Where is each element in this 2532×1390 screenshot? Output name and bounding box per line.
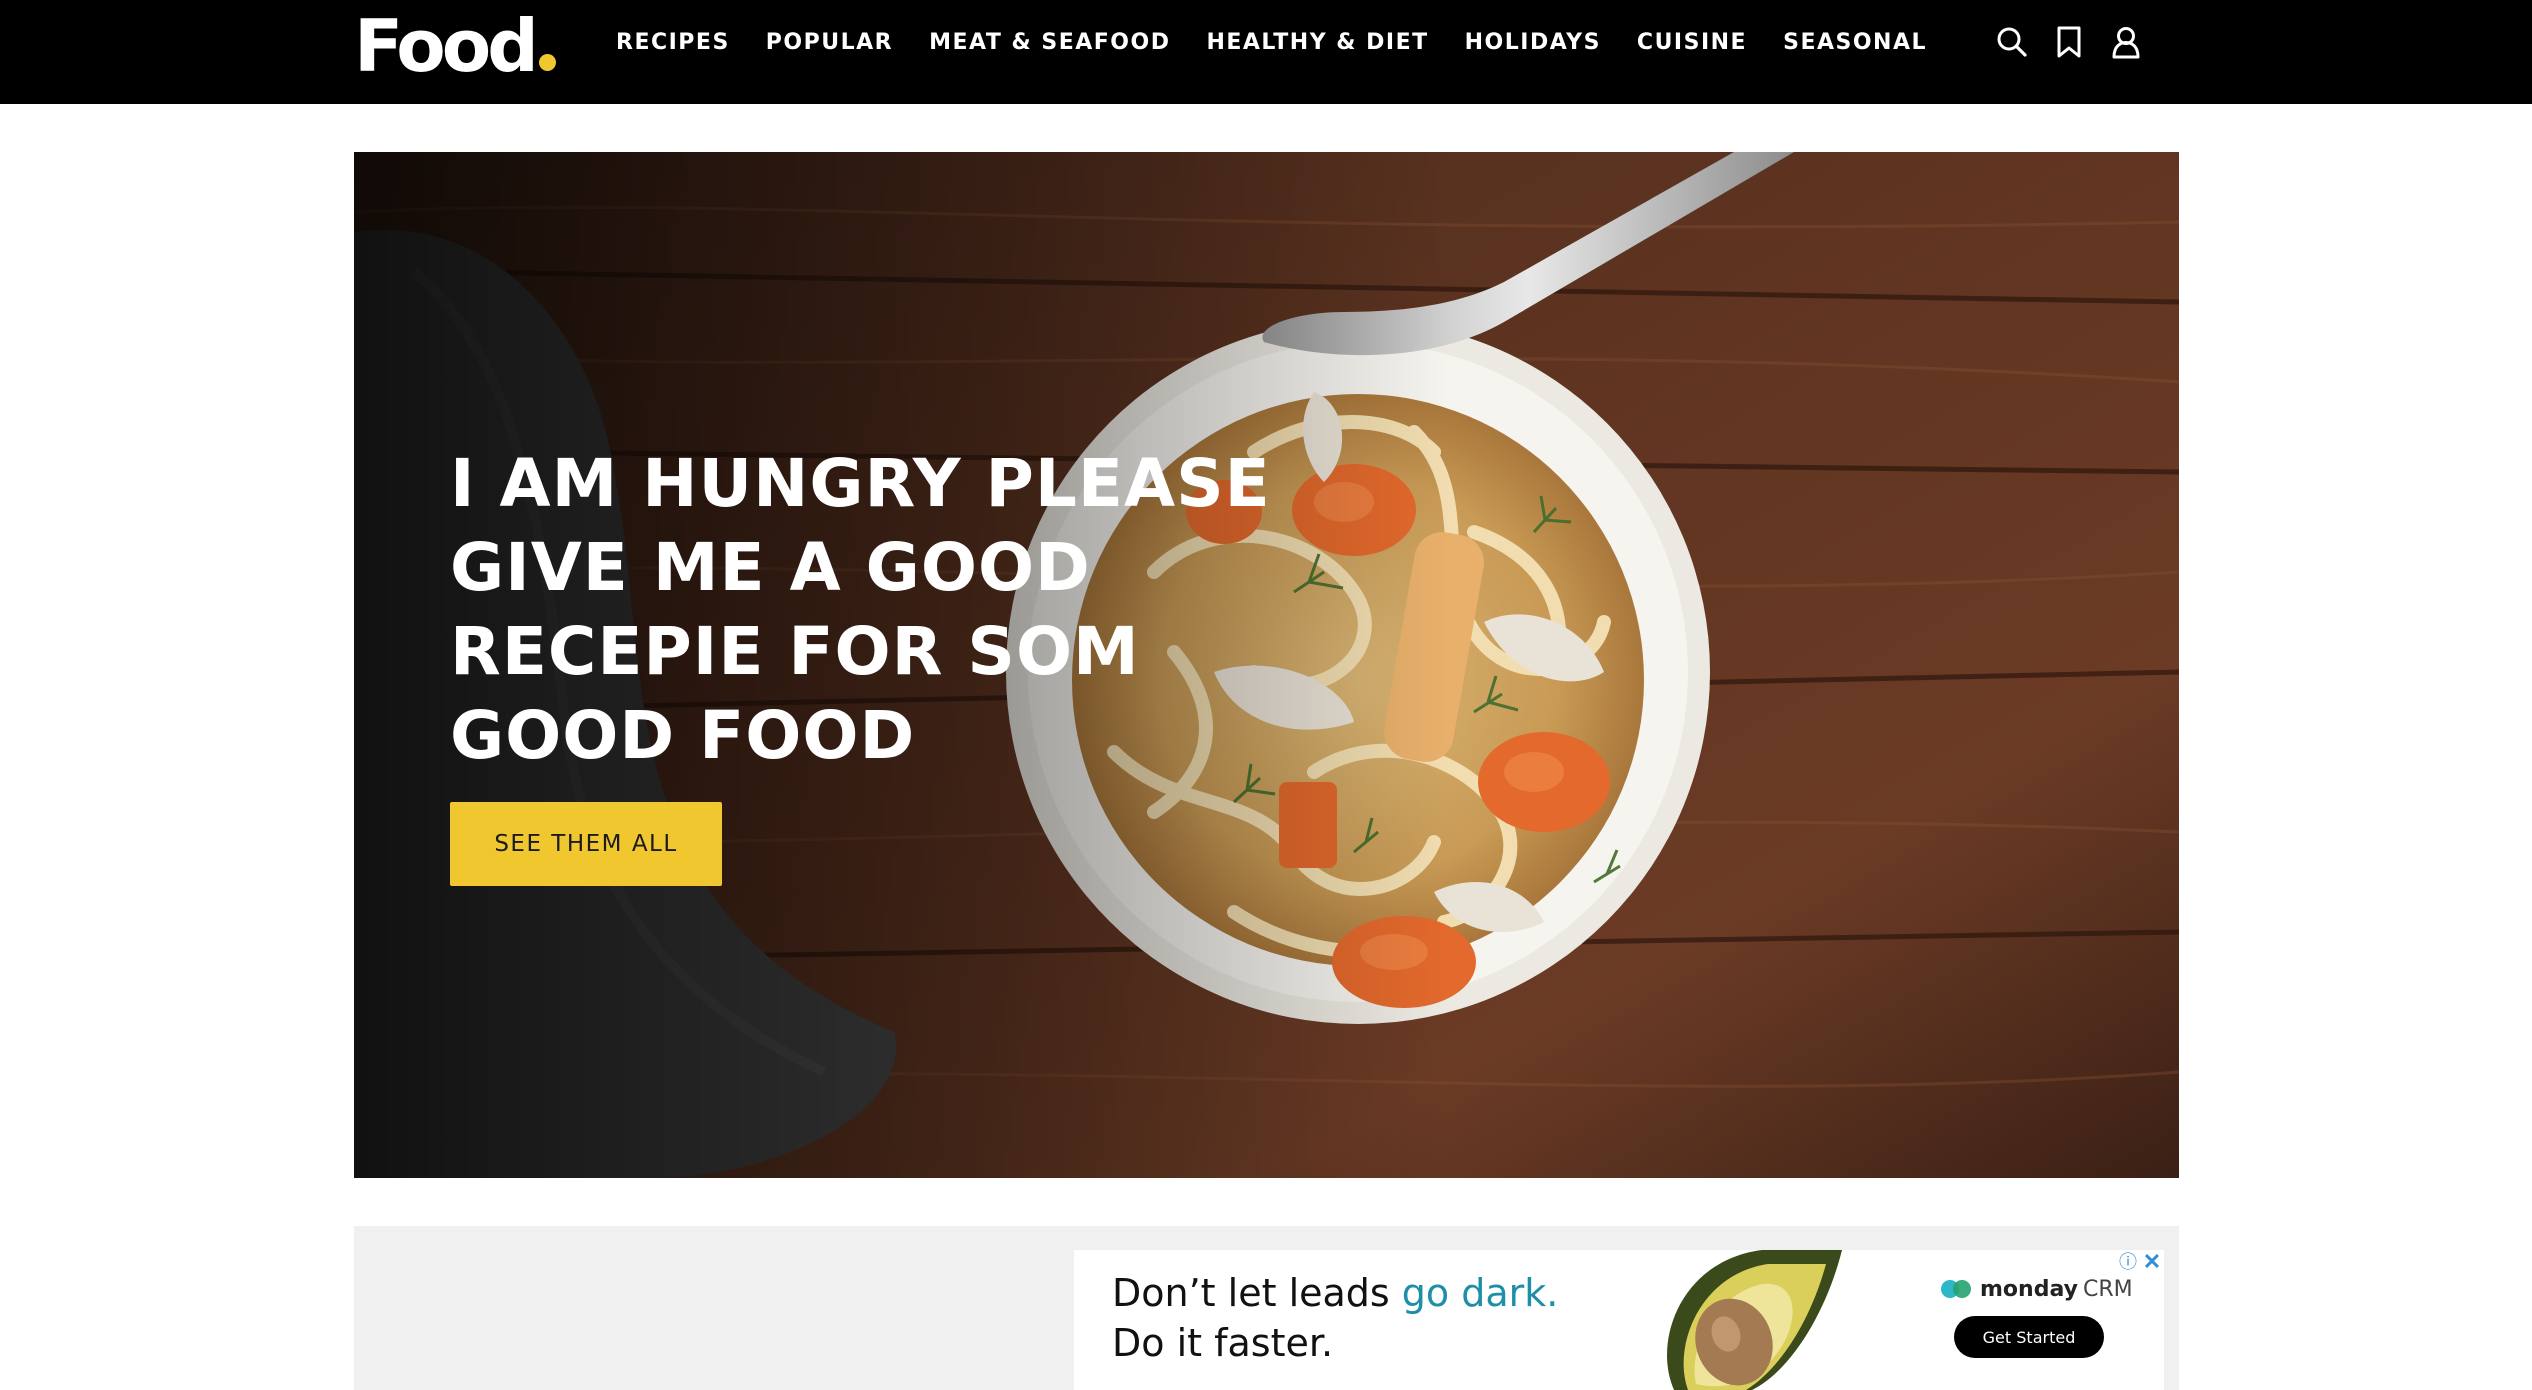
- nav-item-seasonal[interactable]: SEASONAL: [1783, 30, 1927, 55]
- ad-headline: Don’t let leads go dark. Do it faster.: [1112, 1268, 1558, 1368]
- ad-headline-line2: Do it faster.: [1112, 1321, 1334, 1365]
- hero-banner: I AM HUNGRY PLEASE GIVE ME A GOOD RECEPI…: [354, 152, 2179, 1178]
- get-started-button[interactable]: Get Started: [1954, 1316, 2104, 1358]
- logo-dot: [538, 54, 556, 71]
- header-actions: [1992, 22, 2163, 62]
- hero-title: I AM HUNGRY PLEASE GIVE ME A GOOD RECEPI…: [450, 445, 1271, 774]
- nav-item-meat-seafood[interactable]: MEAT & SEAFOOD: [929, 30, 1170, 55]
- nav-item-healthy-diet[interactable]: HEALTHY & DIET: [1206, 30, 1428, 55]
- bookmark-icon[interactable]: [2049, 22, 2089, 62]
- nav-item-popular[interactable]: POPULAR: [766, 30, 893, 55]
- ad-info-icon[interactable]: ⓘ: [2118, 1252, 2138, 1272]
- monday-crm-ad[interactable]: Don’t let leads go dark. Do it faster. m…: [1074, 1250, 2164, 1390]
- ad-brand-suffix: CRM: [2082, 1276, 2133, 1302]
- nav-item-holidays[interactable]: HOLIDAYS: [1465, 30, 1601, 55]
- monday-logo-icon: [1941, 1280, 1971, 1298]
- ad-brand-name: monday: [1980, 1276, 2078, 1302]
- ad-band: Don’t let leads go dark. Do it faster. m…: [354, 1226, 2179, 1390]
- ad-headline-start: Don’t let leads: [1112, 1271, 1402, 1315]
- main-nav: RECIPES POPULAR MEAT & SEAFOOD HEALTHY &…: [616, 0, 1963, 84]
- logo-text: Food: [354, 4, 539, 88]
- ad-headline-accent: go dark.: [1401, 1271, 1559, 1315]
- see-them-all-button[interactable]: SEE THEM ALL: [450, 802, 722, 886]
- site-header: Food RECIPES POPULAR MEAT & SEAFOOD HEAL…: [0, 0, 2532, 104]
- nav-item-recipes[interactable]: RECIPES: [616, 30, 730, 55]
- avocado-image: [1667, 1250, 1842, 1390]
- monday-crm-logo[interactable]: monday CRM: [1940, 1274, 2133, 1304]
- nav-item-cuisine[interactable]: CUISINE: [1637, 30, 1747, 55]
- user-icon[interactable]: [2106, 22, 2146, 62]
- search-icon[interactable]: [1992, 22, 2032, 62]
- food-logo[interactable]: Food: [354, 6, 556, 86]
- ad-close-icon[interactable]: ✕: [2142, 1251, 2162, 1273]
